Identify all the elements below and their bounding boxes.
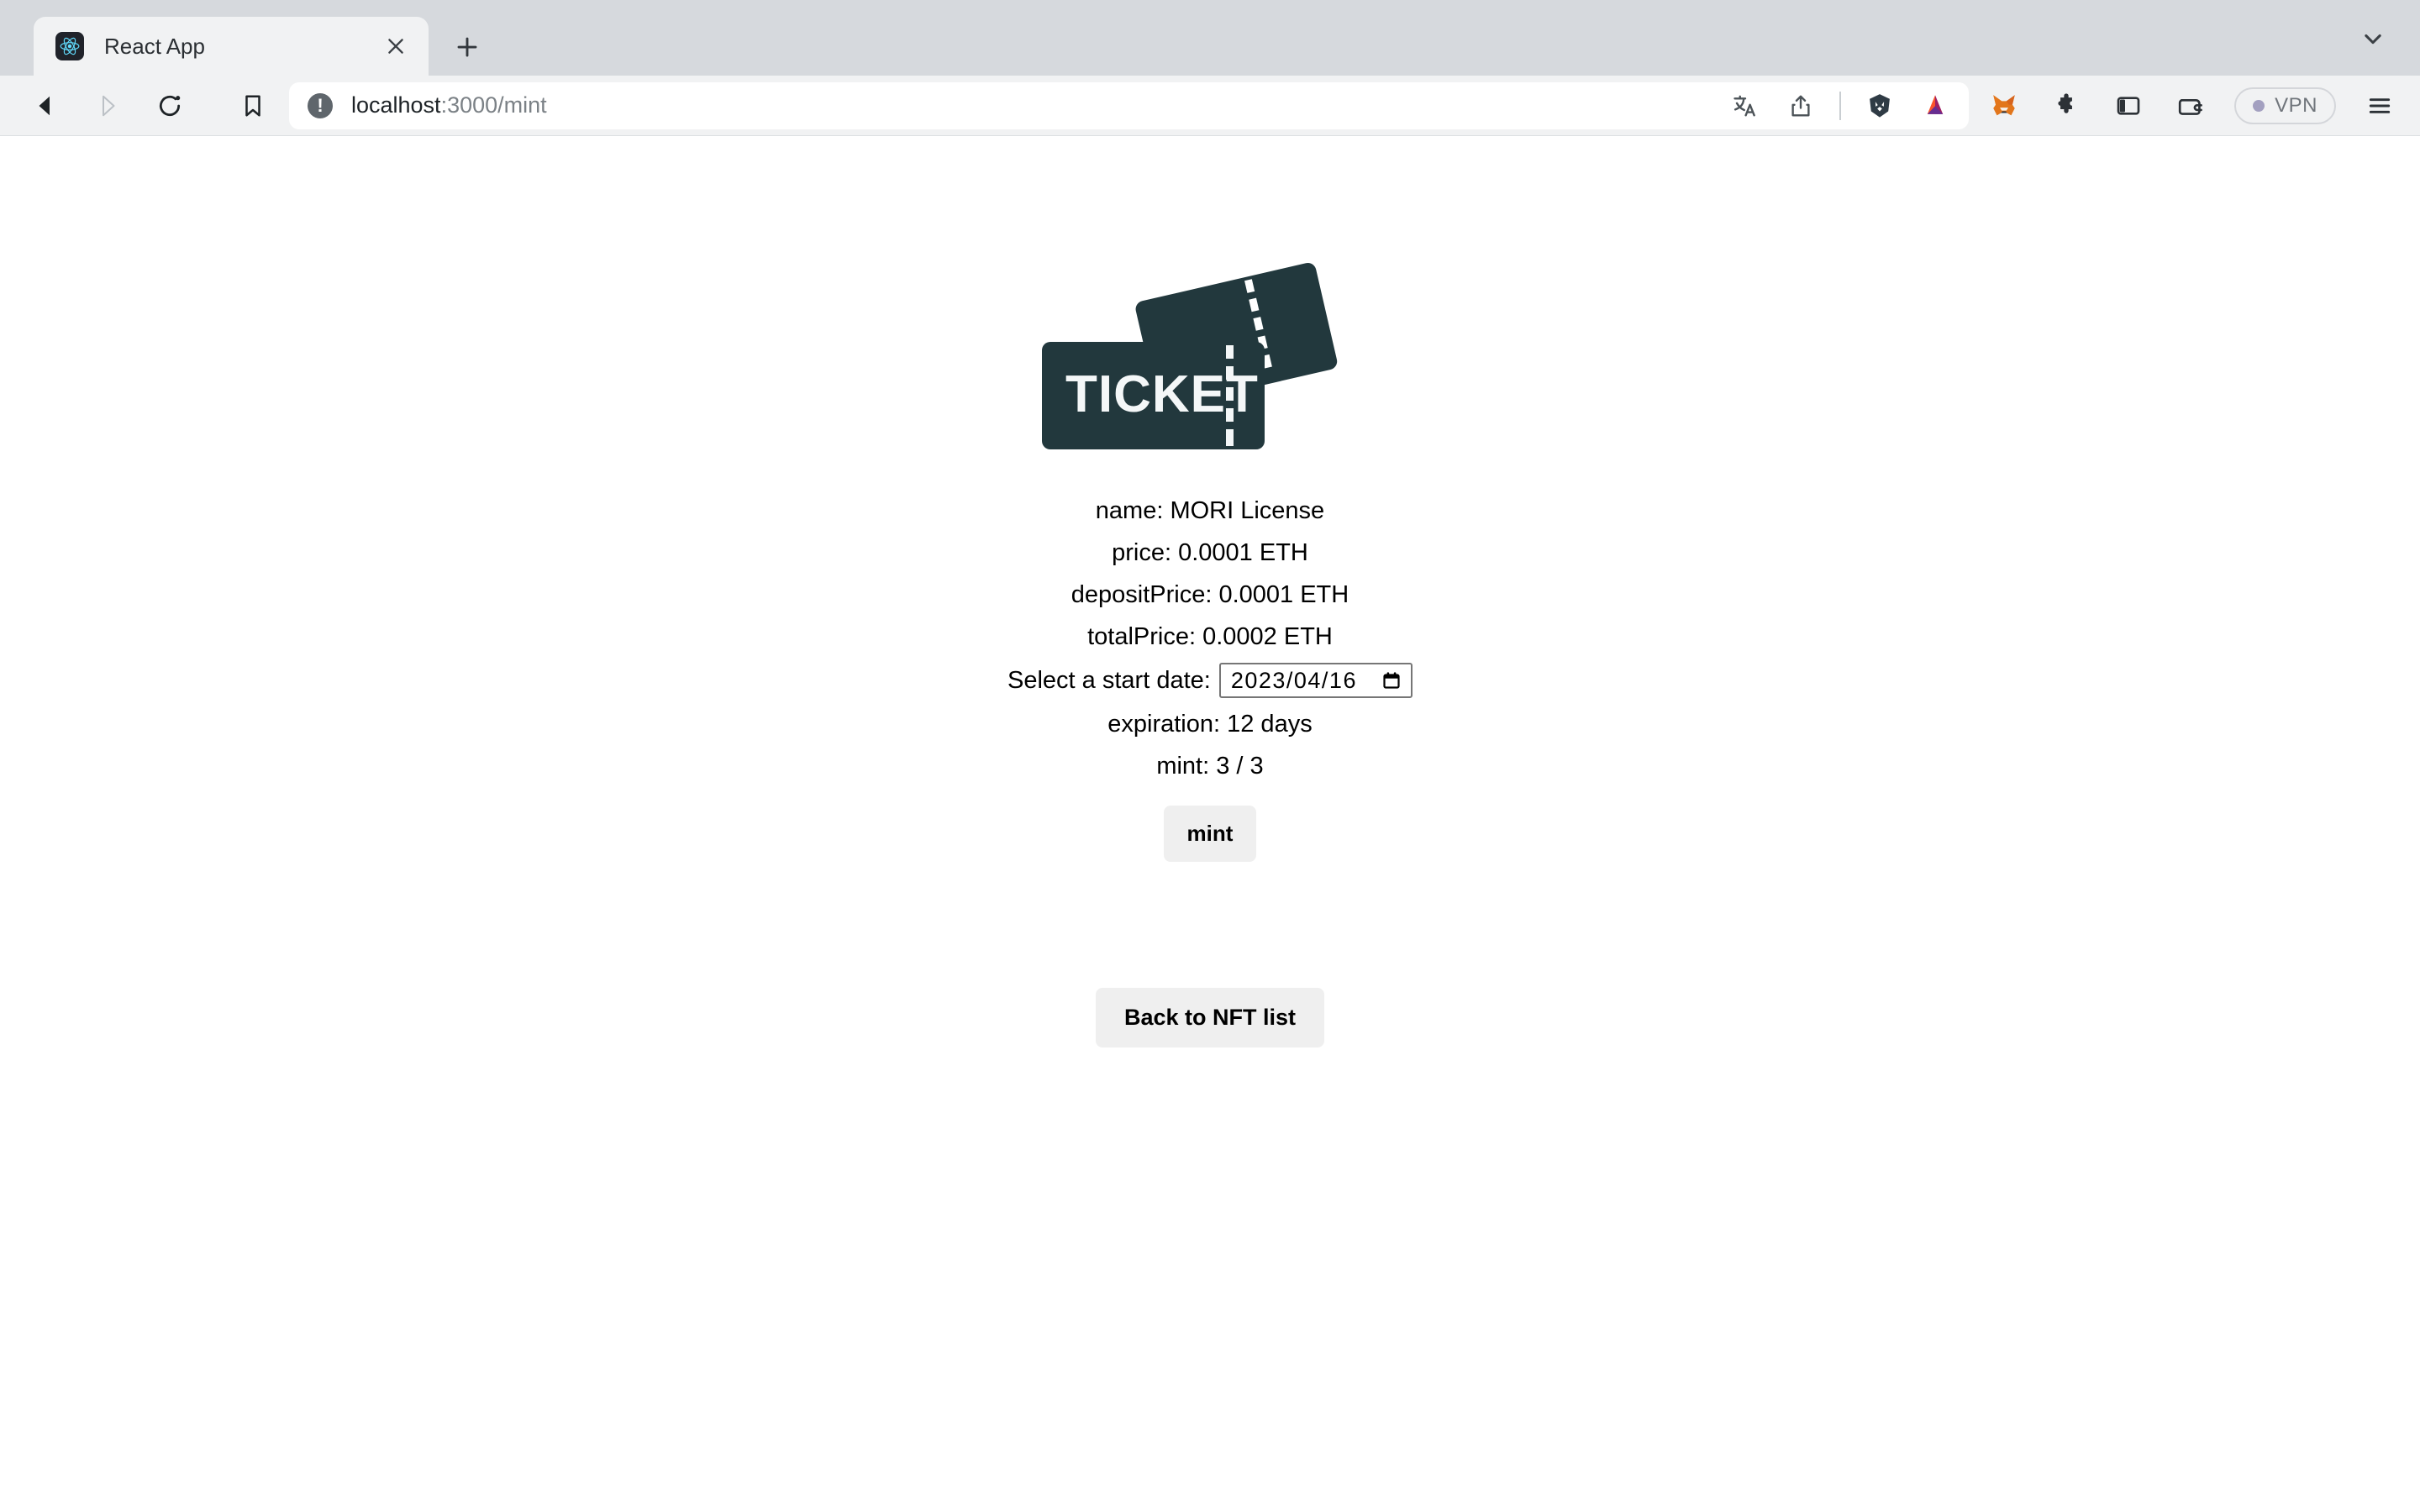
detail-total-price: totalPrice: 0.0002 ETH — [1087, 623, 1333, 650]
bat-triangle-icon[interactable] — [1918, 89, 1952, 123]
calendar-icon[interactable] — [1381, 669, 1402, 691]
browser-window: React App ! localhost:3000/mint VPN TICK… — [0, 0, 2420, 1512]
tab-title: React App — [104, 33, 205, 59]
detail-deposit-price: depositPrice: 0.0001 ETH — [1071, 581, 1349, 608]
url-text: localhost:3000/mint — [351, 92, 1712, 118]
start-date-input[interactable]: 2023/04/16 — [1218, 663, 1413, 698]
metamask-fox-icon[interactable] — [1986, 87, 2023, 124]
address-bar[interactable]: ! localhost:3000/mint — [289, 81, 1970, 129]
status-dot-icon — [2253, 99, 2265, 112]
wallet-icon[interactable] — [2172, 87, 2209, 124]
toolbar-right-icons: VPN — [1986, 87, 2398, 124]
tab-react-app[interactable]: React App — [34, 17, 429, 76]
vpn-label: VPN — [2275, 93, 2317, 117]
back-to-nft-list-button[interactable]: Back to NFT list — [1095, 988, 1325, 1047]
url-path: :3000/mint — [440, 92, 547, 118]
vpn-button[interactable]: VPN — [2234, 87, 2336, 124]
close-icon[interactable] — [381, 32, 410, 60]
chevron-down-icon[interactable] — [2356, 22, 2390, 55]
reload-icon[interactable] — [146, 82, 193, 129]
url-host: localhost — [351, 92, 441, 118]
hamburger-menu-icon[interactable] — [2361, 87, 2398, 124]
detail-mint-count: mint: 3 / 3 — [1156, 753, 1264, 780]
detail-price: price: 0.0001 ETH — [1112, 539, 1308, 566]
start-date-value: 2023/04/16 — [1230, 668, 1357, 693]
back-arrow-icon[interactable] — [22, 82, 69, 129]
mint-page: TICKET name: MORI License price: 0.0001 … — [0, 136, 2420, 1047]
puzzle-piece-icon[interactable] — [2048, 87, 2085, 124]
ticket-illustration: TICKET — [1042, 263, 1338, 449]
tab-strip: React App — [0, 0, 2420, 76]
mint-button[interactable]: mint — [1163, 806, 1257, 862]
page-viewport: TICKET name: MORI License price: 0.0001 … — [0, 136, 2420, 1512]
start-date-row: Select a start date: 2023/04/16 — [1007, 659, 1413, 701]
react-logo-icon — [55, 32, 84, 60]
detail-expiration: expiration: 12 days — [1107, 711, 1313, 738]
info-circle-icon[interactable]: ! — [308, 92, 333, 118]
toolbar-divider — [1839, 91, 1842, 120]
browser-toolbar: ! localhost:3000/mint VPN — [0, 76, 2420, 136]
detail-name: name: MORI License — [1095, 497, 1325, 524]
nft-details: name: MORI License price: 0.0001 ETH dep… — [1007, 490, 1413, 787]
bookmark-icon[interactable] — [230, 83, 276, 129]
share-icon[interactable] — [1784, 89, 1818, 123]
translate-icon[interactable] — [1728, 89, 1762, 123]
forward-arrow-icon — [84, 82, 131, 129]
brave-lion-icon[interactable] — [1863, 89, 1897, 123]
start-date-label: Select a start date: — [1007, 667, 1211, 694]
address-bar-icons — [1728, 89, 1952, 123]
sidebar-panel-icon[interactable] — [2110, 87, 2147, 124]
new-tab-button[interactable] — [444, 24, 491, 71]
